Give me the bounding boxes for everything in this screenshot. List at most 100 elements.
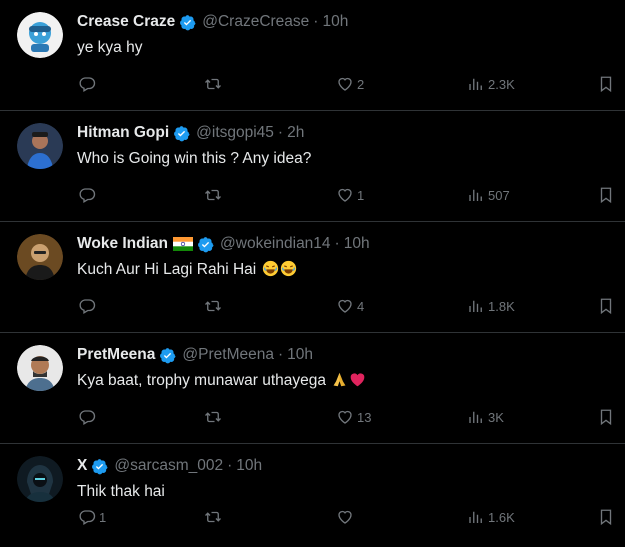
handle[interactable]: @sarcasm_002 bbox=[114, 457, 223, 475]
retweet-button[interactable] bbox=[204, 184, 225, 206]
like-button[interactable]: 2 bbox=[336, 73, 364, 95]
separator: · bbox=[277, 346, 284, 363]
reply-button[interactable]: 1 bbox=[78, 506, 106, 528]
reply-button[interactable] bbox=[78, 184, 99, 206]
views-icon bbox=[469, 78, 482, 90]
tweet-text: Who is Going win this ? Any idea? bbox=[77, 150, 312, 167]
tweet-text: Kuch Aur Hi Lagi Rahi Hai bbox=[77, 260, 613, 280]
reply-icon bbox=[79, 299, 96, 314]
display-name[interactable]: Woke Indian bbox=[77, 235, 168, 253]
bookmark-icon bbox=[600, 509, 612, 526]
retweet-icon bbox=[205, 78, 221, 90]
tweet[interactable]: X @sarcasm_002 · 10h Thik thak hai 1 1.6… bbox=[0, 444, 625, 547]
handle[interactable]: @PretMeena bbox=[182, 346, 274, 364]
like-button[interactable]: 13 bbox=[336, 406, 371, 428]
bookmark-icon bbox=[600, 298, 612, 315]
avatar[interactable] bbox=[17, 456, 63, 502]
display-name[interactable]: Crease Craze bbox=[77, 13, 175, 31]
reply-button[interactable] bbox=[78, 295, 99, 317]
avatar[interactable] bbox=[17, 123, 63, 169]
view-count: 3K bbox=[488, 409, 504, 425]
retweet-icon bbox=[205, 189, 221, 201]
folded-hands-emoji-icon bbox=[333, 372, 346, 387]
verified-icon bbox=[198, 236, 214, 252]
red-heart-emoji-icon bbox=[351, 373, 365, 387]
avatar[interactable] bbox=[17, 345, 63, 391]
like-count: 2 bbox=[357, 76, 365, 92]
action-bar: 2 2.3K bbox=[74, 73, 625, 95]
avatar[interactable] bbox=[17, 12, 63, 58]
retweet-button[interactable] bbox=[204, 406, 225, 428]
views-button[interactable]: 2.3K bbox=[467, 73, 515, 95]
like-icon bbox=[338, 299, 352, 313]
like-icon bbox=[338, 188, 352, 202]
view-count: 1.6K bbox=[488, 509, 515, 525]
display-name[interactable]: PretMeena bbox=[77, 346, 155, 364]
action-bar: 1 507 bbox=[74, 184, 625, 206]
tweet-header: PretMeena @PretMeena · 10h bbox=[77, 346, 615, 364]
replies-feed: Crease Craze @CrazeCrease · 10h ye kya h… bbox=[0, 0, 625, 547]
timestamp[interactable]: 2h bbox=[287, 124, 304, 142]
separator: · bbox=[227, 457, 233, 474]
like-count: 4 bbox=[357, 298, 365, 314]
bookmark-button[interactable] bbox=[597, 184, 615, 206]
views-button[interactable]: 3K bbox=[467, 406, 504, 428]
retweet-button[interactable] bbox=[204, 506, 225, 528]
retweet-icon bbox=[205, 300, 221, 312]
display-name[interactable]: X bbox=[77, 457, 87, 475]
view-count: 507 bbox=[488, 187, 510, 203]
handle[interactable]: @CrazeCrease bbox=[202, 13, 309, 31]
like-button[interactable]: 1 bbox=[336, 184, 364, 206]
separator: · bbox=[277, 124, 284, 141]
handle[interactable]: @itsgopi45 bbox=[196, 124, 274, 142]
like-button[interactable]: 4 bbox=[336, 295, 364, 317]
tweet-header: X @sarcasm_002 · 10h bbox=[77, 457, 615, 475]
action-bar: 13 3K bbox=[74, 406, 625, 428]
bookmark-button[interactable] bbox=[597, 73, 615, 95]
tweet-text: Kya baat, trophy munawar uthayega bbox=[77, 371, 613, 391]
tweet[interactable]: Hitman Gopi @itsgopi45 · 2h Who is Going… bbox=[0, 111, 625, 222]
laughing-emoji-icon bbox=[280, 260, 296, 277]
views-button[interactable]: 507 bbox=[467, 184, 510, 206]
views-button[interactable]: 1.8K bbox=[467, 295, 515, 317]
retweet-button[interactable] bbox=[204, 295, 225, 317]
india-flag-icon bbox=[173, 237, 194, 251]
tweet[interactable]: Crease Craze @CrazeCrease · 10h ye kya h… bbox=[0, 0, 625, 111]
bookmark-button[interactable] bbox=[597, 506, 615, 528]
reply-icon bbox=[79, 410, 96, 425]
tweet-text-body: Kuch Aur Hi Lagi Rahi Hai bbox=[77, 261, 257, 278]
verified-icon bbox=[92, 458, 108, 474]
verified-icon bbox=[160, 347, 176, 363]
view-count: 2.3K bbox=[488, 76, 515, 92]
timestamp[interactable]: 10h bbox=[322, 13, 348, 31]
like-button[interactable] bbox=[336, 506, 357, 528]
reply-icon bbox=[79, 77, 96, 92]
tweet[interactable]: PretMeena @PretMeena · 10h Kya baat, tro… bbox=[0, 333, 625, 444]
handle[interactable]: @wokeindian14 bbox=[220, 235, 331, 253]
views-button[interactable]: 1.6K bbox=[467, 506, 515, 528]
bookmark-button[interactable] bbox=[597, 406, 615, 428]
bookmark-button[interactable] bbox=[597, 295, 615, 317]
tweet-header: Crease Craze @CrazeCrease · 10h bbox=[77, 13, 615, 31]
tweet[interactable]: Woke Indian @wokeindian14 · 10h Kuch Aur… bbox=[0, 222, 625, 333]
views-icon bbox=[469, 411, 482, 423]
avatar[interactable] bbox=[17, 234, 63, 280]
bookmark-icon bbox=[600, 187, 612, 204]
display-name[interactable]: Hitman Gopi bbox=[77, 124, 169, 142]
reply-button[interactable] bbox=[78, 73, 99, 95]
reply-button[interactable] bbox=[78, 406, 99, 428]
bookmark-icon bbox=[600, 76, 612, 93]
timestamp[interactable]: 10h bbox=[344, 235, 370, 253]
retweet-button[interactable] bbox=[204, 73, 225, 95]
like-icon bbox=[338, 410, 352, 424]
timestamp[interactable]: 10h bbox=[287, 346, 313, 364]
like-count: 13 bbox=[357, 409, 372, 425]
like-count: 1 bbox=[357, 187, 365, 203]
verified-icon bbox=[180, 14, 196, 30]
reply-icon bbox=[79, 510, 96, 525]
action-bar: 1 1.6K bbox=[74, 506, 625, 528]
like-icon bbox=[338, 510, 352, 524]
retweet-icon bbox=[205, 511, 221, 523]
timestamp[interactable]: 10h bbox=[236, 457, 262, 475]
views-icon bbox=[469, 511, 482, 523]
